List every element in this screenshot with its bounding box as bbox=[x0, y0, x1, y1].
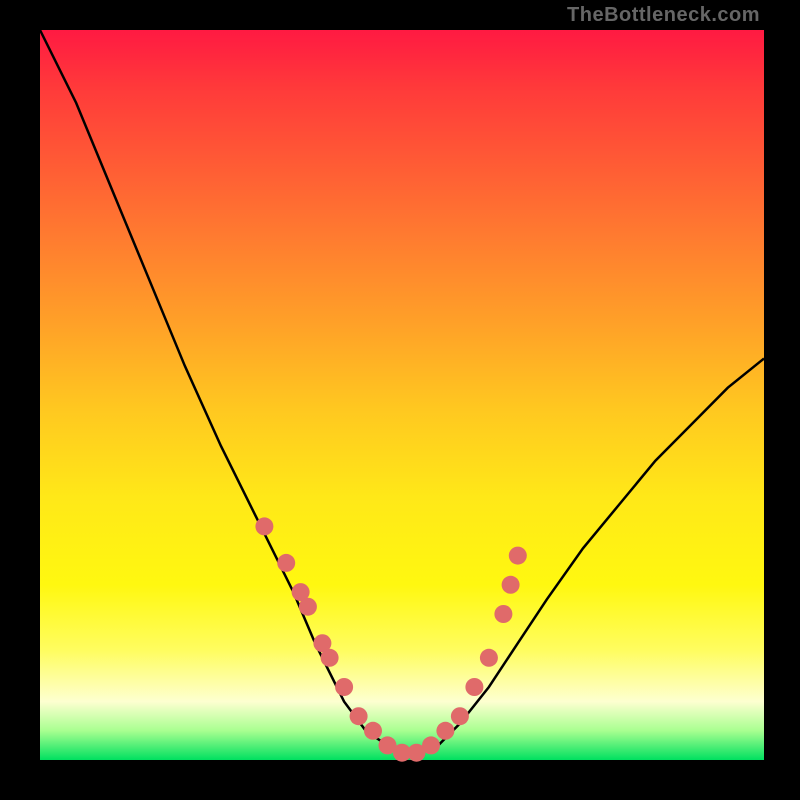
highlighted-point bbox=[335, 678, 353, 696]
highlighted-point bbox=[436, 722, 454, 740]
highlighted-points-group bbox=[255, 517, 526, 761]
highlighted-point bbox=[494, 605, 512, 623]
highlighted-point bbox=[509, 547, 527, 565]
highlighted-point bbox=[299, 598, 317, 616]
highlighted-point bbox=[465, 678, 483, 696]
highlighted-point bbox=[277, 554, 295, 572]
highlighted-point bbox=[502, 576, 520, 594]
highlighted-point bbox=[451, 707, 469, 725]
highlighted-point bbox=[480, 649, 498, 667]
highlighted-point bbox=[321, 649, 339, 667]
chart-svg bbox=[40, 30, 764, 760]
plot-area bbox=[40, 30, 764, 760]
highlighted-point bbox=[422, 736, 440, 754]
watermark-text: TheBottleneck.com bbox=[567, 4, 760, 27]
bottleneck-curve bbox=[40, 30, 764, 753]
highlighted-point bbox=[364, 722, 382, 740]
highlighted-point bbox=[350, 707, 368, 725]
highlighted-point bbox=[255, 517, 273, 535]
chart-container: TheBottleneck.com bbox=[0, 0, 800, 800]
